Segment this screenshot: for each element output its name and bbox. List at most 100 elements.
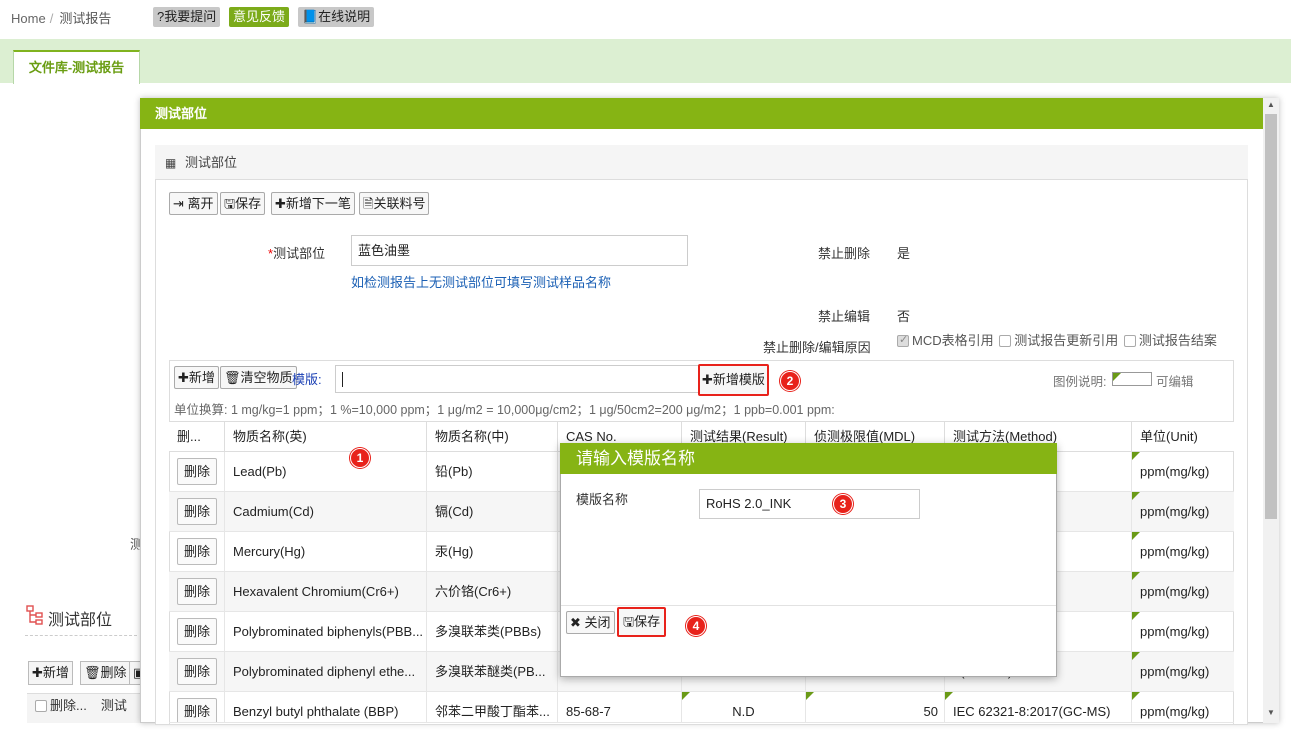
- breadcrumb-separator: /: [49, 11, 54, 26]
- delete-row-button[interactable]: 删除: [177, 698, 217, 722]
- annotation-badge-3: 3: [833, 494, 853, 514]
- delete-row-button[interactable]: 删除: [177, 658, 217, 685]
- row-checkbox[interactable]: [35, 700, 47, 712]
- plus-icon: ✚: [702, 372, 713, 387]
- no-edit-label: 禁止编辑: [818, 309, 871, 324]
- save-button[interactable]: 🖫保存: [220, 192, 266, 215]
- test-part-label: *测试部位: [268, 246, 326, 261]
- leave-button[interactable]: ⇥ 离开: [169, 192, 218, 215]
- cell-name-en: Polybrominated biphenyls(PBB...: [225, 612, 427, 652]
- feedback-button[interactable]: 意见反馈: [229, 7, 290, 27]
- breadcrumb: Home / 测试报告: [11, 8, 111, 27]
- reason-label: 禁止删除/编辑原因: [763, 340, 871, 355]
- plus-icon: ✚: [178, 370, 189, 385]
- document-icon: 🗎: [363, 196, 374, 211]
- cell-name-en: Hexavalent Chromium(Cr6+): [225, 572, 427, 612]
- plus-icon: ✚: [32, 665, 43, 680]
- cell-name-zh: 多溴联苯类(PBBs): [427, 612, 558, 652]
- legend-label: 图例说明:: [1053, 375, 1107, 389]
- cell-name-zh: 镉(Cd): [427, 492, 558, 532]
- panel-title: 测试部位: [185, 155, 238, 170]
- no-delete-label: 禁止删除: [818, 246, 871, 261]
- scroll-up-arrow-icon[interactable]: ▲: [1265, 100, 1277, 112]
- sitemap-icon: [26, 605, 44, 625]
- delete-row-button[interactable]: 删除: [177, 538, 217, 565]
- legend-editable-text: 可编辑: [1156, 375, 1194, 389]
- delete-row-button[interactable]: 删除: [177, 578, 217, 605]
- close-icon: ✖: [570, 615, 581, 630]
- cell-name-en: Lead(Pb): [225, 452, 427, 492]
- test-part-hint: 如检测报告上无测试部位可填写测试样品名称: [351, 275, 612, 290]
- delete-row-button[interactable]: 删除: [177, 618, 217, 645]
- online-help-button[interactable]: 📘在线说明: [298, 7, 375, 27]
- table-icon: ▦: [165, 156, 177, 170]
- cell-unit[interactable]: ppm(mg/kg): [1132, 692, 1234, 722]
- cell-name-en: Polybrominated diphenyl ethe...: [225, 652, 427, 692]
- link-part-number-button[interactable]: 🗎关联料号: [359, 192, 430, 215]
- cell-unit[interactable]: ppm(mg/kg): [1132, 612, 1234, 652]
- col-name-en[interactable]: 物质名称(英): [225, 422, 427, 452]
- cell-name-zh: 铅(Pb): [427, 452, 558, 492]
- cell-mdl[interactable]: 50: [806, 692, 945, 722]
- modal-close-button[interactable]: ✖ 关闭: [566, 611, 615, 634]
- template-name-modal: [560, 443, 1057, 677]
- cell-unit[interactable]: ppm(mg/kg): [1132, 572, 1234, 612]
- floppy-icon: 🖫: [623, 614, 635, 629]
- modal-save-button[interactable]: 🖫保存: [617, 607, 667, 637]
- tab-bar: [0, 39, 1291, 83]
- cell-unit[interactable]: ppm(mg/kg): [1132, 492, 1234, 532]
- floppy-icon: 🖫: [224, 196, 236, 211]
- test-part-input[interactable]: 蓝色油墨: [351, 235, 688, 266]
- unit-conversion-note: 单位换算: 1 mg/kg=1 ppm；1 %=10,000 ppm；1 μg/…: [174, 403, 835, 417]
- template-select[interactable]: [335, 365, 700, 393]
- panel-header: ▦ 测试部位: [155, 145, 1248, 180]
- modal-title: 请输入模版名称: [560, 443, 1057, 474]
- cell-name-zh: 六价铬(Cr6+): [427, 572, 558, 612]
- cell-unit[interactable]: ppm(mg/kg): [1132, 532, 1234, 572]
- delete-row-button[interactable]: 删除: [177, 458, 217, 485]
- ask-question-button[interactable]: ?我要提问: [153, 7, 221, 27]
- mcd-checkbox[interactable]: [897, 333, 909, 347]
- reason-checkboxes: MCD表格引用 测试报告更新引用 测试报告结案: [897, 330, 1217, 349]
- no-edit-value: 否: [897, 309, 911, 324]
- template-name-label: 模版名称: [576, 492, 629, 507]
- tab-file-library-test-report[interactable]: 文件库-测试报告: [13, 50, 140, 84]
- cell-name-en: Cadmium(Cd): [225, 492, 427, 532]
- breadcrumb-home[interactable]: Home: [11, 11, 46, 26]
- add-template-button[interactable]: ✚新增模版: [698, 364, 769, 396]
- cell-unit[interactable]: ppm(mg/kg): [1132, 452, 1234, 492]
- clear-substances-button[interactable]: 🗑清空物质: [220, 366, 297, 389]
- cell-result[interactable]: N.D: [682, 692, 806, 722]
- grid-add-button[interactable]: ✚新增: [174, 366, 219, 389]
- scroll-down-arrow-icon[interactable]: ▼: [1265, 708, 1277, 720]
- cell-unit[interactable]: ppm(mg/kg): [1132, 652, 1234, 692]
- template-label: 模版:: [292, 372, 322, 387]
- cell-name-zh: 邻苯二甲酸丁酯苯...: [427, 692, 558, 722]
- table-row: 删除 Benzyl butyl phthalate (BBP) 邻苯二甲酸丁酯苯…: [169, 692, 1234, 723]
- background-add-button[interactable]: ✚新增: [28, 661, 73, 685]
- add-next-button[interactable]: ✚新增下一笔: [271, 192, 355, 215]
- cell-name-en: Benzyl butyl phthalate (BBP): [225, 692, 427, 722]
- col-name-zh[interactable]: 物质名称(中): [427, 422, 558, 452]
- report-update-checkbox[interactable]: [999, 335, 1012, 347]
- divider: [25, 635, 137, 636]
- report-close-checkbox[interactable]: [1123, 335, 1136, 347]
- col-unit[interactable]: 单位(Unit): [1132, 422, 1234, 452]
- cell-cas: 85-68-7: [558, 692, 682, 722]
- col-delete[interactable]: 删...: [169, 422, 225, 452]
- template-name-input[interactable]: RoHS 2.0_INK: [699, 489, 920, 519]
- annotation-badge-4: 4: [686, 616, 706, 636]
- annotation-badge-2: 2: [780, 371, 800, 391]
- breadcrumb-current: 测试报告: [59, 11, 112, 26]
- scrollbar-thumb[interactable]: [1265, 114, 1277, 519]
- background-delete-button[interactable]: 🗑删除: [80, 661, 131, 685]
- delete-row-button[interactable]: 删除: [177, 498, 217, 525]
- no-delete-value: 是: [897, 246, 911, 261]
- plus-icon: ✚: [275, 196, 286, 211]
- modal-footer-divider: [561, 605, 1056, 606]
- background-table-row: 删除... 测试: [27, 693, 142, 723]
- trash-icon: 🗑: [84, 665, 101, 680]
- cell-method[interactable]: IEC 62321-8:2017(GC-MS): [945, 692, 1132, 722]
- editable-legend-swatch: [1112, 372, 1152, 386]
- annotation-badge-1: 1: [350, 448, 370, 468]
